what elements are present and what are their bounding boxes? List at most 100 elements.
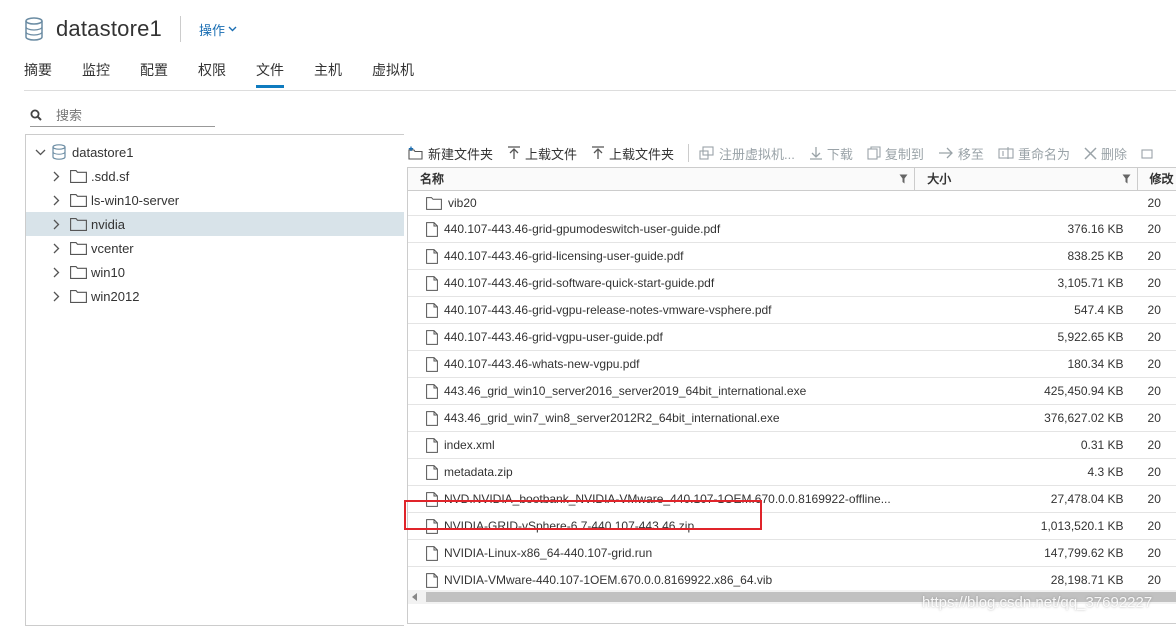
download-button[interactable]: 下载 [809, 144, 853, 163]
file-icon [426, 465, 438, 480]
upload-file-label: 上载文件 [525, 144, 577, 163]
filter-icon[interactable] [1122, 174, 1131, 184]
cell-size: 3,105.71 KB [915, 276, 1137, 290]
cell-name: NVD.NVIDIA_bootbank_NVIDIA-VMware_440.10… [408, 492, 915, 507]
tree-item[interactable]: nvidia [26, 212, 404, 236]
register-vm-button[interactable]: 注册虚拟机... [699, 144, 795, 163]
chevron-right-icon[interactable] [50, 170, 62, 182]
table-row[interactable]: 440.107-443.46-grid-vgpu-release-notes-v… [408, 297, 1176, 324]
search-box [30, 104, 215, 127]
upload-folder-button[interactable]: 上载文件夹 [591, 144, 674, 163]
move-to-label: 移至 [958, 144, 984, 163]
cell-name: vib20 [408, 196, 915, 210]
new-folder-button[interactable]: 新建文件夹 [408, 144, 493, 163]
search-icon [30, 109, 42, 121]
column-header-size[interactable]: 大小 [915, 168, 1137, 190]
file-name: metadata.zip [444, 465, 513, 479]
grid-body: vib2020440.107-443.46-grid-gpumodeswitch… [408, 191, 1176, 594]
table-row[interactable]: 440.107-443.46-grid-licensing-user-guide… [408, 243, 1176, 270]
chevron-down-icon[interactable] [34, 146, 46, 158]
actions-menu[interactable]: 操作 [199, 20, 237, 39]
tab-6[interactable]: 虚拟机 [372, 56, 414, 88]
copy-to-button[interactable]: 复制到 [867, 144, 924, 163]
tab-2[interactable]: 配置 [140, 56, 168, 88]
file-name: NVIDIA-Linux-x86_64-440.107-grid.run [444, 546, 652, 560]
table-row[interactable]: NVIDIA-GRID-vSphere-6.7-440.107-443.46.z… [408, 513, 1176, 540]
folder-icon [70, 266, 87, 279]
column-header-modified[interactable]: 修改 [1138, 168, 1176, 190]
tree-root[interactable]: datastore1 [26, 140, 404, 164]
cell-modified: 20 [1138, 546, 1176, 560]
tab-4[interactable]: 文件 [256, 56, 284, 88]
file-name: 440.107-443.46-grid-licensing-user-guide… [444, 249, 683, 263]
table-row[interactable]: 440.107-443.46-grid-gpumodeswitch-user-g… [408, 216, 1176, 243]
file-name: 443.46_grid_win10_server2016_server2019_… [444, 384, 806, 398]
file-icon [426, 519, 438, 534]
tab-0[interactable]: 摘要 [24, 56, 52, 88]
table-row[interactable]: metadata.zip4.3 KB20 [408, 459, 1176, 486]
file-icon [426, 546, 438, 561]
cell-modified: 20 [1138, 303, 1176, 317]
file-icon [426, 492, 438, 507]
table-row[interactable]: NVD.NVIDIA_bootbank_NVIDIA-VMware_440.10… [408, 486, 1176, 513]
copy-to-label: 复制到 [885, 144, 924, 163]
tab-1[interactable]: 监控 [82, 56, 110, 88]
cell-size: 376.16 KB [915, 222, 1137, 236]
cell-name: 440.107-443.46-grid-gpumodeswitch-user-g… [408, 222, 915, 237]
grid-header: 名称 大小 修改 [408, 168, 1176, 191]
scroll-left-icon[interactable] [412, 593, 418, 601]
file-icon [426, 438, 438, 453]
search-input[interactable] [54, 107, 208, 124]
rename-button[interactable]: 重命名为 [998, 144, 1070, 163]
folder-icon [426, 197, 442, 210]
cell-modified: 20 [1138, 276, 1176, 290]
chevron-right-icon[interactable] [50, 290, 62, 302]
table-row[interactable]: vib2020 [408, 191, 1176, 216]
delete-button[interactable]: 删除 [1084, 144, 1127, 163]
chevron-right-icon[interactable] [50, 218, 62, 230]
file-name: NVIDIA-GRID-vSphere-6.7-440.107-443.46.z… [444, 519, 694, 533]
table-row[interactable]: 440.107-443.46-whats-new-vgpu.pdf180.34 … [408, 351, 1176, 378]
cell-size: 0.31 KB [915, 438, 1137, 452]
chevron-right-icon[interactable] [50, 194, 62, 206]
tree-item[interactable]: vcenter [26, 236, 404, 260]
tree-item[interactable]: win2012 [26, 284, 404, 308]
tab-5[interactable]: 主机 [314, 56, 342, 88]
file-icon [426, 411, 438, 426]
table-row[interactable]: 443.46_grid_win7_win8_server2012R2_64bit… [408, 405, 1176, 432]
cell-size: 4.3 KB [915, 465, 1137, 479]
table-row[interactable]: index.xml0.31 KB20 [408, 432, 1176, 459]
file-icon [426, 357, 438, 372]
file-name: 440.107-443.46-grid-software-quick-start… [444, 276, 714, 290]
cell-size: 1,013,520.1 KB [915, 519, 1137, 533]
cell-modified: 20 [1138, 384, 1176, 398]
page-title: datastore1 [56, 16, 162, 42]
upload-file-button[interactable]: 上载文件 [507, 144, 577, 163]
table-row[interactable]: NVIDIA-Linux-x86_64-440.107-grid.run147,… [408, 540, 1176, 567]
chevron-right-icon[interactable] [50, 266, 62, 278]
cell-name: 443.46_grid_win10_server2016_server2019_… [408, 384, 915, 399]
cell-modified: 20 [1138, 357, 1176, 371]
column-header-name[interactable]: 名称 [408, 168, 915, 190]
tree-item[interactable]: ls-win10-server [26, 188, 404, 212]
tab-3[interactable]: 权限 [198, 56, 226, 88]
cell-name: 440.107-443.46-whats-new-vgpu.pdf [408, 357, 915, 372]
cell-name: index.xml [408, 438, 915, 453]
table-row[interactable]: 443.46_grid_win10_server2016_server2019_… [408, 378, 1176, 405]
chevron-down-icon [228, 26, 237, 32]
filter-icon[interactable] [899, 174, 908, 184]
page-header: datastore1 操作 [24, 14, 237, 44]
cell-size: 425,450.94 KB [915, 384, 1137, 398]
tree-item[interactable]: win10 [26, 260, 404, 284]
close-icon [1084, 147, 1097, 160]
chevron-right-icon[interactable] [50, 242, 62, 254]
table-row[interactable]: 440.107-443.46-grid-vgpu-user-guide.pdf5… [408, 324, 1176, 351]
column-name-label: 名称 [420, 172, 444, 186]
file-name: 440.107-443.46-whats-new-vgpu.pdf [444, 357, 639, 371]
file-name: 440.107-443.46-grid-gpumodeswitch-user-g… [444, 222, 720, 236]
table-row[interactable]: 440.107-443.46-grid-software-quick-start… [408, 270, 1176, 297]
tree-item[interactable]: .sdd.sf [26, 164, 404, 188]
more-button[interactable] [1141, 146, 1157, 160]
move-to-button[interactable]: 移至 [938, 144, 984, 163]
cell-modified: 20 [1138, 438, 1176, 452]
